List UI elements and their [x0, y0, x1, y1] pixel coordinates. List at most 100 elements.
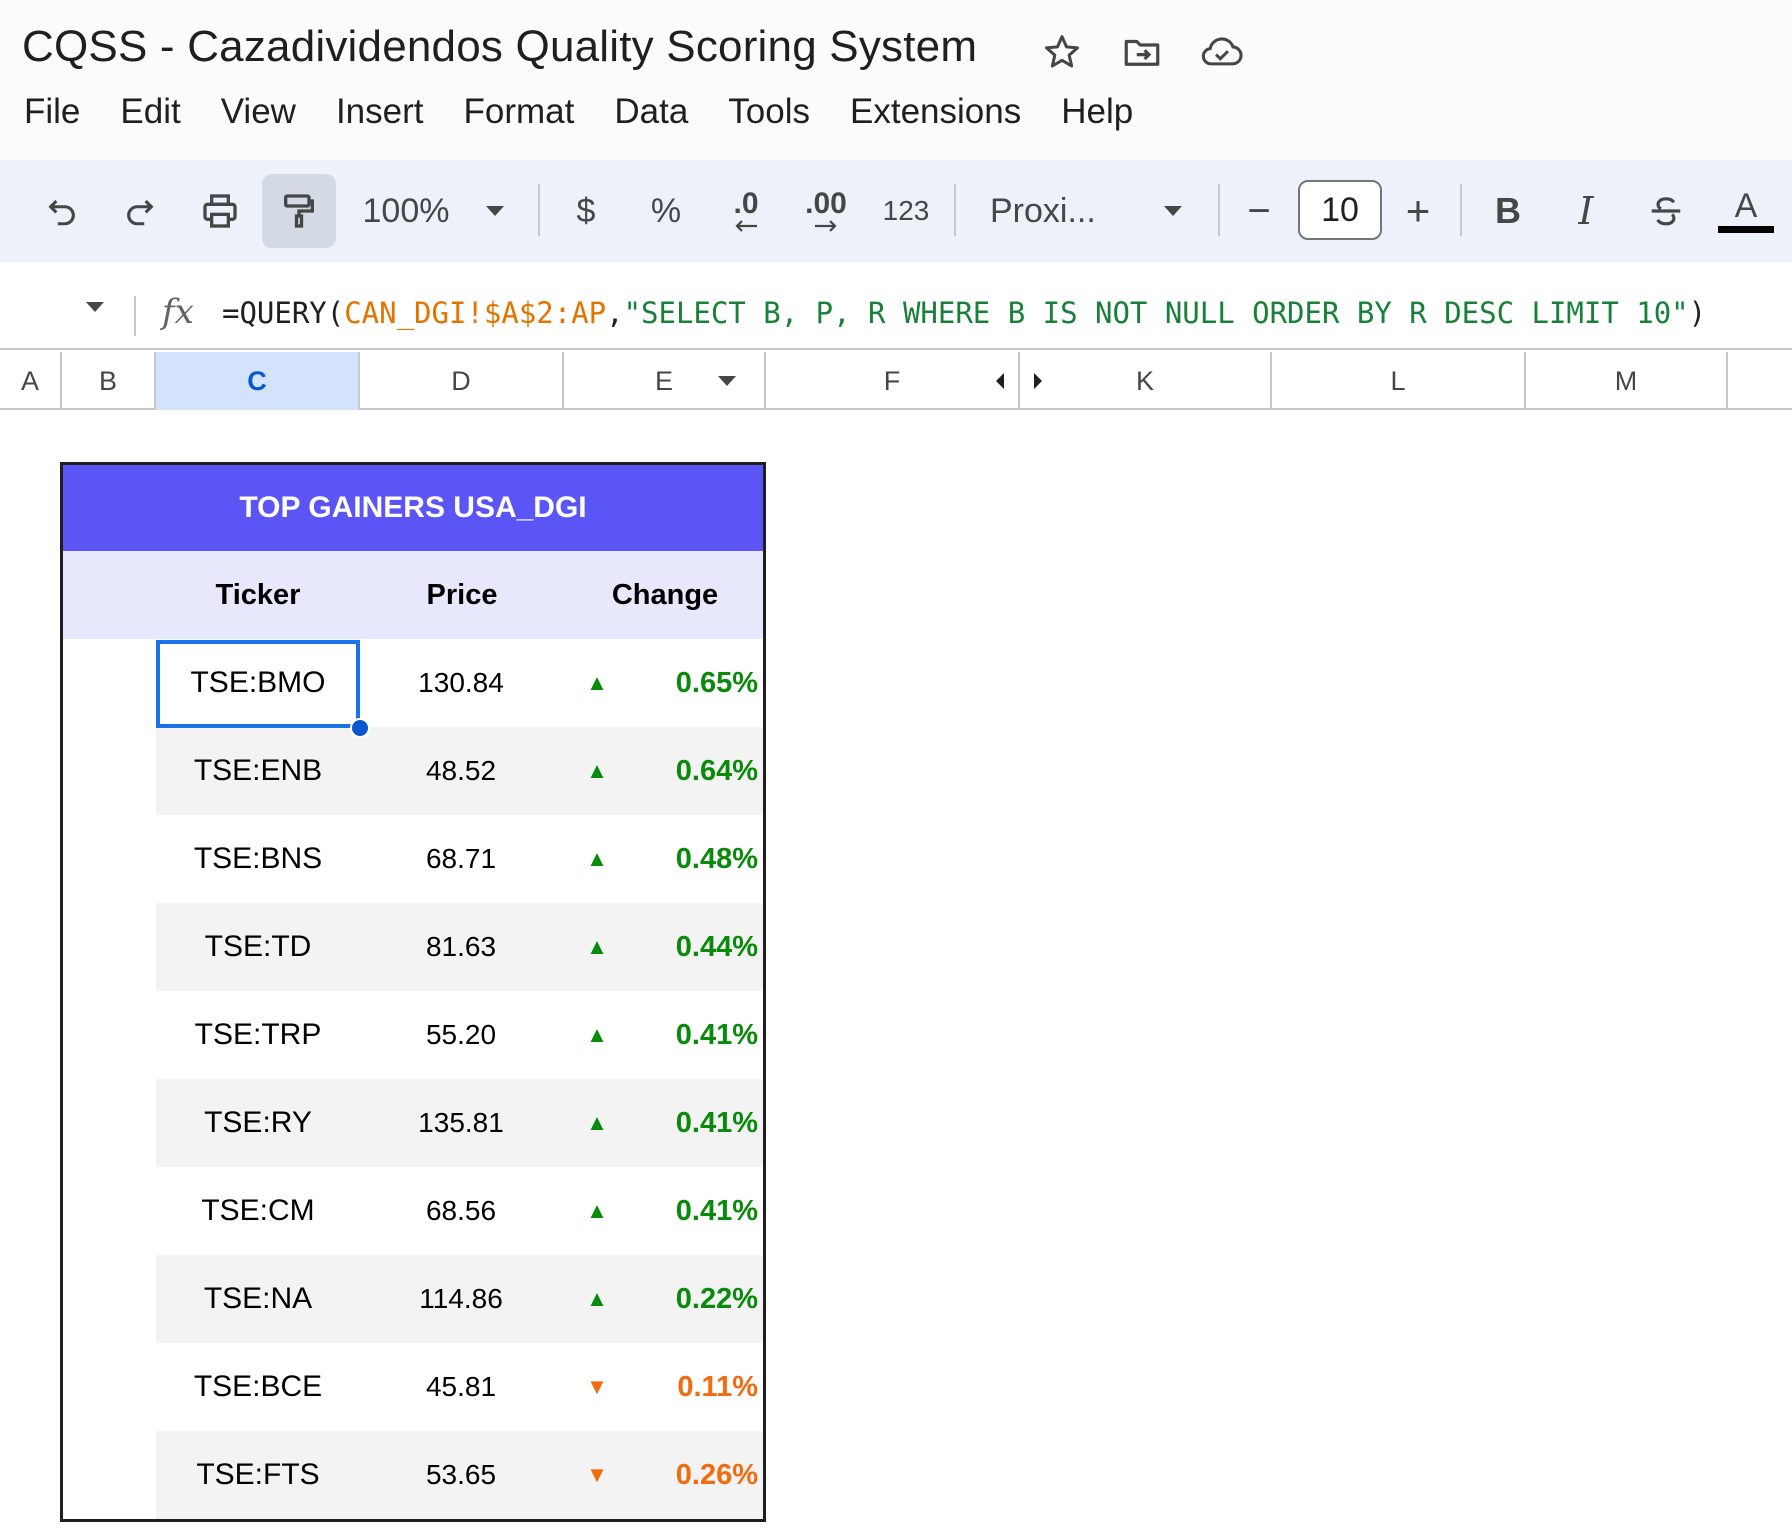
bold-button[interactable]: B — [1488, 174, 1528, 248]
print-icon[interactable] — [196, 174, 244, 248]
document-title[interactable]: CQSS - Cazadividendos Quality Scoring Sy… — [22, 22, 977, 72]
italic-button[interactable]: I — [1566, 174, 1606, 248]
font-size-input[interactable]: 10 — [1298, 180, 1382, 240]
redo-icon[interactable] — [118, 174, 162, 248]
text-color-button[interactable]: A — [1718, 174, 1774, 248]
price-cell[interactable]: 68.71 — [360, 815, 562, 903]
column-header-k-label: K — [1135, 365, 1154, 396]
menu-extensions[interactable]: Extensions — [830, 88, 1041, 136]
column-header-m[interactable]: M — [1526, 352, 1728, 410]
menu-insert[interactable]: Insert — [316, 88, 444, 136]
change-up-arrow-icon: ▲ — [586, 670, 608, 695]
formula-input[interactable]: =QUERY(CAN_DGI!$A$2:AP,"SELECT B, P, R W… — [222, 296, 1706, 330]
price-cell[interactable]: 53.65 — [360, 1431, 562, 1519]
currency-format-button[interactable]: $ — [566, 174, 606, 248]
column-header-k[interactable]: K — [1020, 352, 1272, 410]
column-header-f[interactable]: F — [766, 352, 1020, 410]
menu-file[interactable]: File — [0, 88, 100, 136]
table-row: TSE:BCE 45.81 ▼ 0.11% — [156, 1343, 763, 1431]
change-up-arrow-icon: ▲ — [586, 1286, 608, 1311]
fill-handle[interactable] — [350, 718, 370, 738]
percent-format-button[interactable]: % — [644, 174, 688, 248]
table-title[interactable]: TOP GAINERS USA_DGI — [63, 465, 763, 551]
ticker-cell[interactable]: TSE:ENB — [156, 727, 360, 815]
header-price[interactable]: Price — [360, 551, 564, 639]
change-cell[interactable]: 0.41% — [630, 991, 758, 1079]
column-header-b[interactable]: B — [62, 352, 156, 410]
strikethrough-icon[interactable] — [1644, 174, 1688, 248]
change-up-arrow-icon: ▲ — [586, 1110, 608, 1135]
column-header-c[interactable]: C — [156, 352, 360, 410]
change-cell[interactable]: 0.64% — [630, 727, 758, 815]
change-cell[interactable]: 0.48% — [630, 815, 758, 903]
ticker-cell[interactable]: TSE:BNS — [156, 815, 360, 903]
table-row: TSE:CM 68.56 ▲ 0.41% — [156, 1167, 763, 1255]
ticker-cell[interactable]: TSE:CM — [156, 1167, 360, 1255]
menu-format[interactable]: Format — [444, 88, 595, 136]
cloud-saved-icon[interactable] — [1200, 30, 1244, 74]
column-filter-chevron-down-icon[interactable] — [716, 374, 738, 388]
change-cell[interactable]: 0.44% — [630, 903, 758, 991]
change-cell[interactable]: 0.41% — [630, 1167, 758, 1255]
price-cell[interactable]: 81.63 — [360, 903, 562, 991]
menu-help[interactable]: Help — [1041, 88, 1153, 136]
hidden-columns-left-arrow-icon[interactable] — [994, 372, 1006, 390]
text-color-swatch — [1718, 226, 1774, 233]
menu-bar: File Edit View Insert Format Data Tools … — [0, 88, 1153, 136]
header-change[interactable]: Change — [564, 551, 763, 639]
hidden-columns-right-arrow-icon[interactable] — [1032, 372, 1044, 390]
move-folder-icon[interactable] — [1120, 30, 1164, 74]
change-cell[interactable]: 0.41% — [630, 1079, 758, 1167]
zoom-select[interactable]: 100% — [356, 174, 456, 248]
ticker-cell[interactable]: TSE:FTS — [156, 1431, 360, 1519]
top-gainers-table: TOP GAINERS USA_DGI Ticker Price Change … — [60, 462, 766, 1522]
price-cell[interactable]: 130.84 — [360, 639, 562, 727]
ticker-cell[interactable]: TSE:NA — [156, 1255, 360, 1343]
change-cell[interactable]: 0.26% — [630, 1431, 758, 1519]
ticker-cell[interactable]: TSE:BCE — [156, 1343, 360, 1431]
table-row: TSE:BNS 68.71 ▲ 0.48% — [156, 815, 763, 903]
increase-font-size-button[interactable]: + — [1398, 174, 1438, 248]
formula-range: CAN_DGI!$A$2:AP — [344, 296, 607, 330]
decrease-font-size-button[interactable]: − — [1240, 174, 1278, 248]
name-box-chevron-down-icon[interactable] — [84, 300, 106, 319]
menu-tools[interactable]: Tools — [708, 88, 830, 136]
arrow-right-icon — [815, 220, 837, 232]
menu-edit[interactable]: Edit — [100, 88, 200, 136]
menu-data[interactable]: Data — [594, 88, 708, 136]
toolbar-divider — [1460, 184, 1462, 236]
column-header-e[interactable]: E — [564, 352, 766, 410]
price-cell[interactable]: 68.56 — [360, 1167, 562, 1255]
column-header-f-label: F — [883, 365, 901, 396]
header-ticker[interactable]: Ticker — [156, 551, 360, 639]
increase-decimal-button[interactable]: .00 — [798, 174, 854, 248]
paint-format-icon[interactable] — [262, 174, 336, 248]
zoom-chevron-down-icon[interactable] — [478, 174, 512, 248]
column-header-l[interactable]: L — [1272, 352, 1526, 410]
formula-string: "SELECT B, P, R WHERE B IS NOT NULL ORDE… — [623, 296, 1689, 330]
undo-icon[interactable] — [40, 174, 84, 248]
price-cell[interactable]: 45.81 — [360, 1343, 562, 1431]
price-cell[interactable]: 55.20 — [360, 991, 562, 1079]
font-select[interactable]: Proxi... — [990, 174, 1110, 248]
change-up-arrow-icon: ▲ — [586, 1198, 608, 1223]
more-formats-button[interactable]: 123 — [876, 174, 936, 248]
change-cell[interactable]: 0.11% — [630, 1343, 758, 1431]
column-header-a[interactable]: A — [0, 352, 62, 410]
ticker-cell[interactable]: TSE:TRP — [156, 991, 360, 1079]
decrease-decimal-button[interactable]: .0 — [720, 174, 772, 248]
price-cell[interactable]: 48.52 — [360, 727, 562, 815]
font-chevron-down-icon[interactable] — [1156, 174, 1190, 248]
change-up-arrow-icon: ▲ — [586, 846, 608, 871]
ticker-cell[interactable]: TSE:RY — [156, 1079, 360, 1167]
ticker-cell[interactable]: TSE:TD — [156, 903, 360, 991]
star-icon[interactable] — [1040, 30, 1084, 74]
column-header-d[interactable]: D — [360, 352, 564, 410]
table-row: TSE:FTS 53.65 ▼ 0.26% — [156, 1431, 763, 1519]
change-cell[interactable]: 0.22% — [630, 1255, 758, 1343]
price-cell[interactable]: 114.86 — [360, 1255, 562, 1343]
decrease-decimal-label: .0 — [733, 187, 759, 220]
price-cell[interactable]: 135.81 — [360, 1079, 562, 1167]
change-cell[interactable]: 0.65% — [630, 639, 758, 727]
menu-view[interactable]: View — [201, 88, 316, 136]
